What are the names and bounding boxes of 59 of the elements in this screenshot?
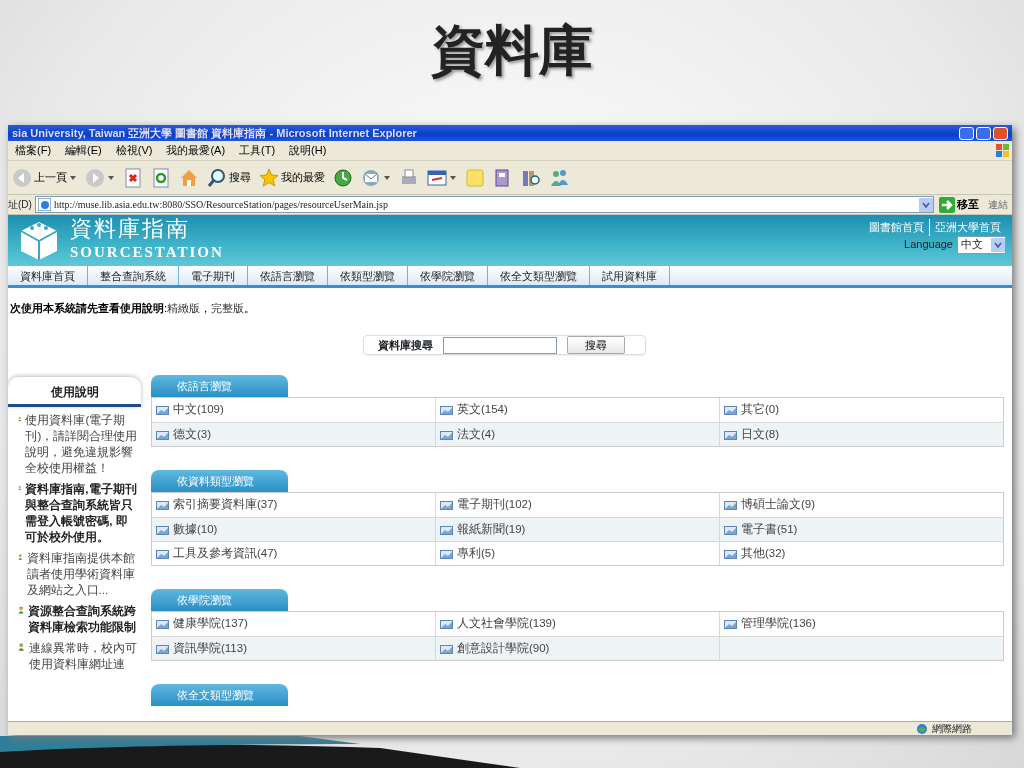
category-link[interactable]: 德文(3) xyxy=(173,425,212,444)
category-link[interactable]: 數據(10) xyxy=(173,520,218,539)
notice-text: 次使用本系統請先查看使用說明:精緻版，完整版。 xyxy=(10,300,257,316)
category-link[interactable]: 英文(154) xyxy=(457,401,508,419)
sidebar-header: 使用說明 xyxy=(8,377,141,407)
category-link[interactable]: 工具及參考資訊(47) xyxy=(173,544,278,563)
menu-item[interactable]: 檔案(F) xyxy=(8,142,59,159)
menu-item[interactable]: 說明(H) xyxy=(282,142,334,159)
nav-tab[interactable]: 資料庫首頁 xyxy=(8,265,88,285)
category-link[interactable]: 博碩士論文(9) xyxy=(741,496,816,514)
nav-tab[interactable]: 整合查詢系統 xyxy=(88,265,179,285)
nav-tab[interactable]: 依全文類型瀏覽 xyxy=(488,265,590,285)
category-link[interactable]: 法文(4) xyxy=(457,425,496,444)
nav-tab[interactable]: 依類型瀏覽 xyxy=(328,265,408,285)
status-text: 網際網路 xyxy=(932,722,972,735)
category-link[interactable]: 其它(0) xyxy=(741,401,780,419)
category-link[interactable]: 中文(109) xyxy=(173,401,224,419)
toolbar-button[interactable]: 我的最愛 xyxy=(257,167,327,188)
address-field[interactable]: http://muse.lib.asia.edu.tw:8080/SSO/ResourceStation/pages/resourceUserMain.jsp xyxy=(34,196,934,213)
search-label: 資料庫搜尋 xyxy=(378,337,433,353)
category-link[interactable]: 專利(5) xyxy=(457,544,496,563)
toolbar-button[interactable]: 搜尋 xyxy=(205,167,253,188)
nav-tab[interactable]: 依學院瀏覽 xyxy=(408,265,488,285)
site-subtitle: SOURCESTATION xyxy=(70,243,224,263)
menu-item[interactable]: 工具(T) xyxy=(232,142,283,159)
sidebar-link[interactable]: 使用資料庫(電子期刊)，請詳閱合理使用說明，避免違規影響全校使用權益！ xyxy=(25,412,139,476)
sidebar-link[interactable]: 資料庫指南提供本館讀者使用學術資料庫及網站之入口... xyxy=(26,550,139,598)
window-title: sia University, Taiwan 亞洲大學 圖書館 資料庫指南 - Microsoft Internet Explorer xyxy=(12,125,418,141)
menu-item[interactable]: 檢視(V) xyxy=(108,142,160,159)
notice-link[interactable]: 完整版 xyxy=(211,301,245,314)
language-label: Language xyxy=(904,237,953,253)
address-label: 址(D) xyxy=(8,198,32,212)
category-link[interactable]: 報紙新聞(19) xyxy=(457,520,526,539)
nav-tab[interactable]: 電子期刊 xyxy=(179,265,248,285)
category-link[interactable]: 人文社會學院(139) xyxy=(457,615,556,633)
nav-tab[interactable]: 試用資料庫 xyxy=(590,265,670,285)
links-label[interactable]: 連結 xyxy=(984,197,1012,212)
menu-item[interactable]: 我的最愛(A) xyxy=(159,142,233,159)
category-link[interactable]: 創意設計學院(90) xyxy=(457,639,550,658)
notice-link[interactable]: 精緻版 xyxy=(167,301,201,314)
site-title: 資料庫指南 xyxy=(70,216,191,242)
sidebar-link[interactable]: 資源整合查詢系統跨資料庫檢索功能限制 xyxy=(28,603,139,635)
go-button[interactable]: 移至 xyxy=(937,196,981,213)
toolbar-button[interactable]: 上一頁 xyxy=(10,167,79,188)
language-select[interactable]: 中文 xyxy=(957,235,1006,254)
category-link[interactable]: 資訊學院(113) xyxy=(173,639,247,658)
sidebar-link[interactable]: 連線異常時，校內可使用資料庫網址連 xyxy=(28,640,139,672)
category-link[interactable]: 索引摘要資料庫(37) xyxy=(173,496,278,514)
category-link[interactable]: 管理學院(136) xyxy=(741,615,816,633)
menu-item[interactable]: 編輯(E) xyxy=(58,142,109,159)
category-link[interactable]: 日文(8) xyxy=(741,425,780,444)
nav-tab[interactable]: 依語言瀏覽 xyxy=(248,265,328,285)
category-link[interactable]: 其他(32) xyxy=(741,544,786,563)
slide-title: 資料庫 xyxy=(430,18,594,83)
sidebar-link[interactable]: 資料庫指南,電子期刊與整合查詢系統皆只需登入帳號密碼, 即可於校外使用。 xyxy=(25,481,139,545)
category-link[interactable]: 電子期刊(102) xyxy=(457,496,532,514)
category-link[interactable]: 電子書(51) xyxy=(741,520,798,539)
search-button[interactable]: 搜尋 xyxy=(567,336,625,354)
category-link[interactable]: 健康學院(137) xyxy=(173,615,248,633)
